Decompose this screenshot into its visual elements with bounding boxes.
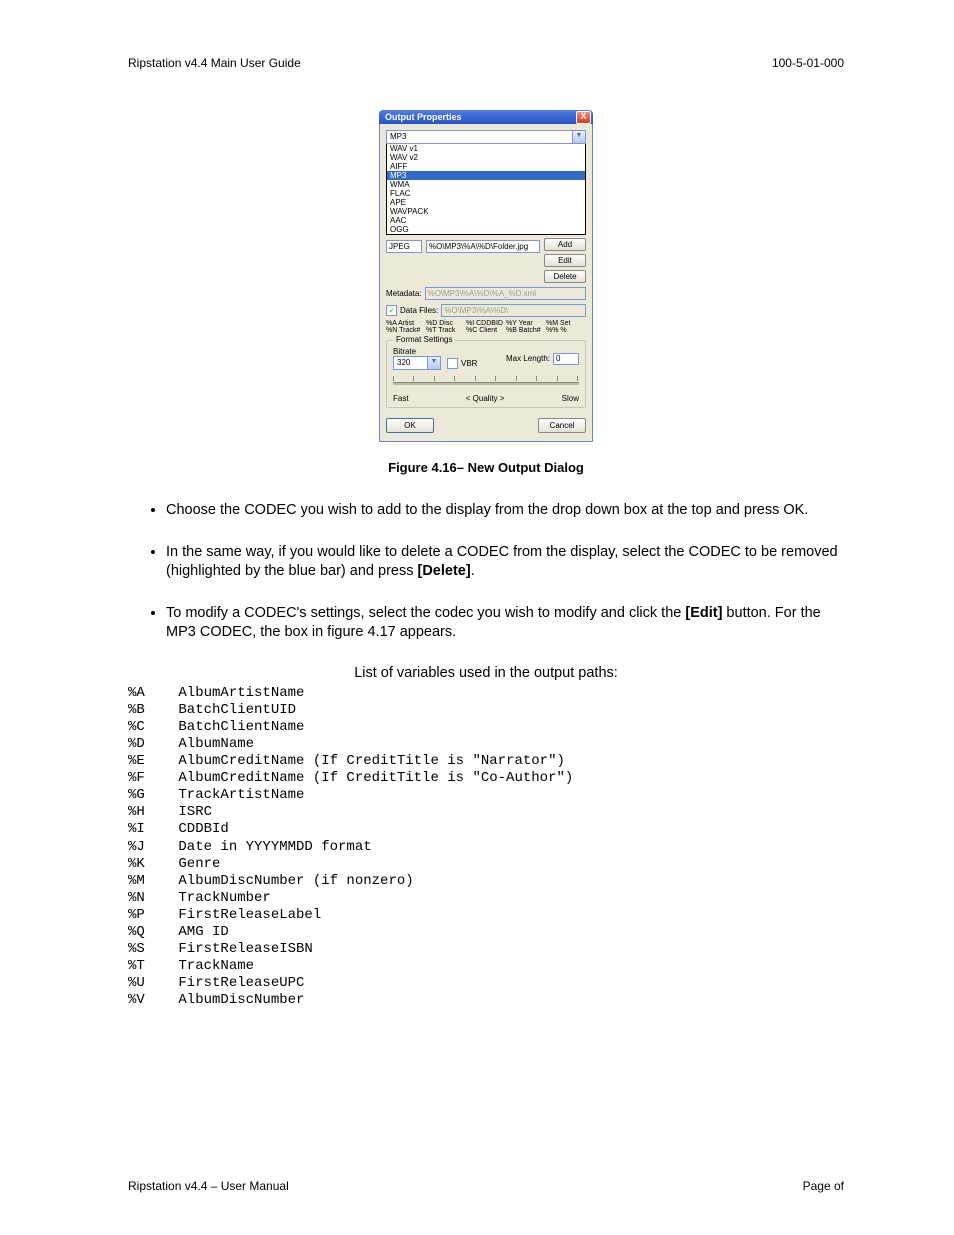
dialog-title: Output Properties xyxy=(385,112,576,122)
instruction-list: Choose the CODEC you wish to add to the … xyxy=(142,501,844,643)
codec-option[interactable]: WAV v1 xyxy=(387,144,585,153)
close-icon[interactable]: X xyxy=(576,111,591,124)
datafiles-label: Data Files: xyxy=(400,306,438,315)
jpeg-label: JPEG xyxy=(386,240,422,253)
codec-option[interactable]: WAVPACK xyxy=(387,207,585,216)
codec-option[interactable]: APE xyxy=(387,198,585,207)
bitrate-label: Bitrate xyxy=(393,347,441,356)
codec-option[interactable]: AIFF xyxy=(387,162,585,171)
codec-selected: MP3 xyxy=(387,131,585,143)
slider-quality-label: < Quality > xyxy=(466,394,505,403)
variables-list: %A AlbumArtistName %B BatchClientUID %C … xyxy=(128,685,844,1009)
cancel-button[interactable]: Cancel xyxy=(538,418,586,433)
variables-heading: List of variables used in the output pat… xyxy=(128,665,844,681)
codec-dropdown[interactable]: MP3 ▼ xyxy=(386,130,586,144)
header-left: Ripstation v4.4 Main User Guide xyxy=(128,56,301,70)
vbr-label: VBR xyxy=(461,359,477,368)
page-header: Ripstation v4.4 Main User Guide 100-5-01… xyxy=(128,56,844,70)
chevron-down-icon[interactable]: ▼ xyxy=(572,131,585,143)
slider-fast-label: Fast xyxy=(393,394,409,403)
vbr-checkbox[interactable] xyxy=(447,358,458,369)
list-item: Choose the CODEC you wish to add to the … xyxy=(166,501,844,521)
metadata-label: Metadata: xyxy=(386,289,422,298)
metadata-input: %O\MP3\%A\%D\%A_%D.xml xyxy=(425,287,586,300)
codec-option[interactable]: FLAC xyxy=(387,189,585,198)
list-item: To modify a CODEC's settings, select the… xyxy=(166,604,844,643)
slider-slow-label: Slow xyxy=(562,394,579,403)
quality-slider[interactable] xyxy=(393,376,579,394)
codec-option[interactable]: OGG xyxy=(387,225,585,234)
codec-option-selected[interactable]: MP3 xyxy=(387,171,585,180)
output-properties-dialog: Output Properties X MP3 ▼ WAV v1 WAV v2 … xyxy=(379,110,593,442)
maxlength-input[interactable] xyxy=(553,353,579,365)
token-legend: %A Artist %D Disc %I CDDBID %Y Year %M S… xyxy=(386,320,586,334)
add-button[interactable]: Add xyxy=(544,238,586,251)
delete-button[interactable]: Delete xyxy=(544,270,586,283)
format-settings-group: Format Settings Bitrate 320 ▼ VBR xyxy=(386,340,586,408)
figure-caption: Figure 4.16– New Output Dialog xyxy=(128,460,844,475)
codec-option[interactable]: WMA xyxy=(387,180,585,189)
chevron-down-icon[interactable]: ▼ xyxy=(427,357,440,369)
edit-button[interactable]: Edit xyxy=(544,254,586,267)
dialog-titlebar: Output Properties X xyxy=(379,110,593,124)
codec-option[interactable]: AAC xyxy=(387,216,585,225)
codec-dropdown-list[interactable]: WAV v1 WAV v2 AIFF MP3 WMA FLAC APE WAVP… xyxy=(386,144,586,235)
header-right: 100-5-01-000 xyxy=(772,56,844,70)
list-item: In the same way, if you would like to de… xyxy=(166,543,844,582)
ok-button[interactable]: OK xyxy=(386,418,434,433)
bitrate-dropdown[interactable]: 320 ▼ xyxy=(393,356,441,370)
page-footer: Ripstation v4.4 – User Manual Page of xyxy=(128,1179,844,1193)
datafiles-input: %O\MP3\%A\%D\ xyxy=(441,304,586,317)
format-settings-label: Format Settings xyxy=(393,335,455,344)
footer-left: Ripstation v4.4 – User Manual xyxy=(128,1179,289,1193)
codec-option[interactable]: WAV v2 xyxy=(387,153,585,162)
datafiles-checkbox[interactable]: ✓ xyxy=(386,305,397,316)
jpeg-path: %O\MP3\%A\%D\Folder.jpg xyxy=(426,240,540,253)
maxlength-label: Max Length: xyxy=(506,354,550,363)
footer-right: Page of xyxy=(803,1179,844,1193)
